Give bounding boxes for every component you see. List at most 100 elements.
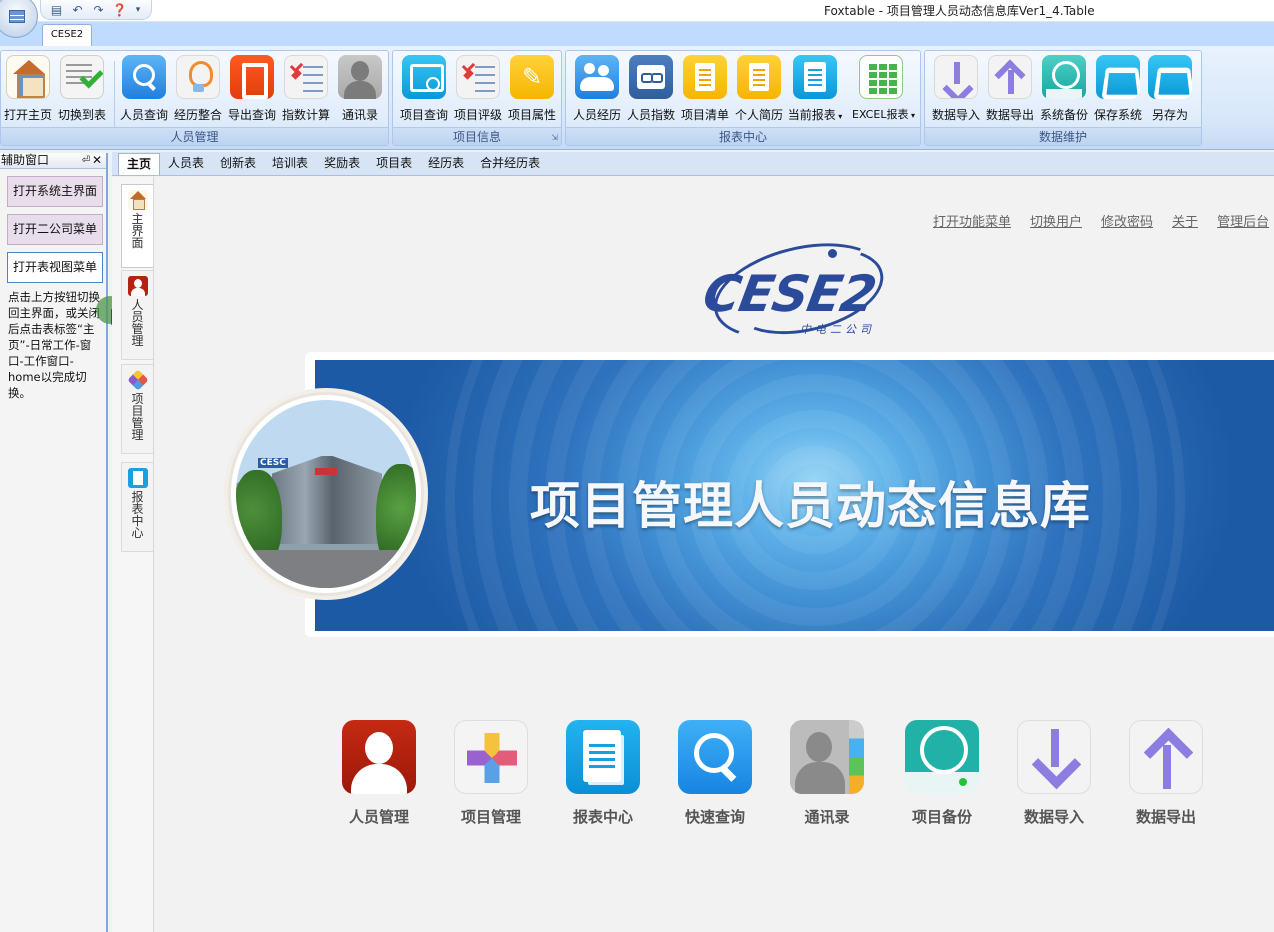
- arrow-up-icon: [1129, 720, 1203, 794]
- lightbulb-icon: [176, 55, 220, 99]
- customize-toolbar-icon[interactable]: ▾: [133, 2, 143, 17]
- ribbon-tab-cese2[interactable]: CESE2: [42, 24, 92, 46]
- tab-awards[interactable]: 奖励表: [316, 153, 368, 175]
- edit-icon: ✎: [510, 55, 554, 99]
- ribbon-group-project-info: 项目查询 项目评级 ✎ 项目属性 项目信息 ⇲: [392, 50, 562, 146]
- puzzle-icon: [126, 369, 149, 391]
- data-export-button[interactable]: 数据导出: [986, 55, 1034, 122]
- id-card-icon: [629, 55, 673, 99]
- checklist-icon: [284, 55, 328, 99]
- ribbon-group-personnel: 打开主页 切换到表 人员查询 经历整合 导出查询 指数计算 通讯录 人员管理: [0, 50, 389, 146]
- assistant-help-text: 点击上方按钮切换回主界面，或关闭后点击表标签“主页”-日常工作-窗口-工作窗口-…: [8, 290, 100, 400]
- ribbon-group-label: 数据维护: [925, 127, 1201, 145]
- search-icon: [678, 720, 752, 794]
- save-icon[interactable]: ▤: [49, 2, 64, 17]
- ribbon-group-label: 人员管理: [1, 127, 388, 145]
- index-calculation-button[interactable]: 指数计算: [282, 55, 330, 122]
- clock-icon: [1042, 55, 1086, 99]
- open-company-menu-button[interactable]: 打开二公司菜单: [7, 214, 103, 245]
- clock-icon: [905, 720, 979, 794]
- arrow-down-icon: [934, 55, 978, 99]
- export-query-button[interactable]: 导出查询: [228, 55, 276, 122]
- open-table-view-menu-button[interactable]: 打开表视图菜单: [7, 252, 103, 283]
- project-rating-button[interactable]: 项目评级: [454, 55, 502, 122]
- personnel-index-button[interactable]: 人员指数: [627, 55, 675, 122]
- tab-merged-experience[interactable]: 合并经历表: [472, 153, 548, 175]
- tab-projects[interactable]: 项目表: [368, 153, 420, 175]
- system-backup-button[interactable]: 系统备份: [1040, 55, 1088, 122]
- people-icon: [575, 55, 619, 99]
- tab-home[interactable]: 主页: [118, 153, 161, 175]
- project-properties-button[interactable]: ✎ 项目属性: [508, 55, 556, 122]
- arrow-up-icon: [988, 55, 1032, 99]
- contacts-icon: [338, 55, 382, 99]
- redo-icon[interactable]: ↷: [91, 2, 106, 17]
- document-tab-strip: 主页 人员表 创新表 培训表 奖励表 项目表 经历表 合并经历表: [112, 152, 1274, 176]
- close-icon[interactable]: ✕: [92, 153, 102, 168]
- open-home-button[interactable]: 打开主页: [4, 55, 52, 122]
- merge-experience-button[interactable]: 经历整合: [174, 55, 222, 122]
- assistant-panel-title: 辅助窗口: [1, 153, 50, 167]
- resume-button[interactable]: 个人简历: [735, 55, 783, 122]
- open-function-menu-link[interactable]: 打开功能菜单: [933, 211, 1011, 230]
- tab-experience[interactable]: 经历表: [420, 153, 472, 175]
- document-icon: [683, 55, 727, 99]
- personnel-query-button[interactable]: 人员查询: [120, 55, 168, 122]
- open-main-interface-button[interactable]: 打开系统主界面: [7, 176, 103, 207]
- assistant-panel-header: 辅助窗口 ⏎ ✕: [0, 153, 106, 169]
- project-query-button[interactable]: 项目查询: [400, 55, 448, 122]
- current-report-button[interactable]: 当前报表 ▾: [788, 55, 842, 122]
- tab-personnel[interactable]: 人员表: [160, 153, 212, 175]
- contacts-icon: [790, 720, 864, 794]
- home-page: 打开功能菜单 切换用户 修改密码 关于 管理后台 CESE2 中电二公司 项目管…: [155, 177, 1274, 932]
- house-icon: [6, 55, 50, 99]
- save-system-button[interactable]: 保存系统: [1094, 55, 1142, 122]
- report-icon: [793, 55, 837, 99]
- person-icon: [127, 276, 148, 296]
- search-icon: [122, 55, 166, 99]
- switch-to-table-button[interactable]: 切换到表: [58, 55, 106, 122]
- assistant-panel: 辅助窗口 ⏎ ✕ 打开系统主界面 打开二公司菜单 打开表视图菜单 点击上方按钮切…: [0, 153, 124, 932]
- tab-innovation[interactable]: 创新表: [212, 153, 264, 175]
- person-icon: [342, 720, 416, 794]
- dropdown-arrow-icon: ▾: [908, 111, 916, 120]
- excel-report-button[interactable]: EXCEL报表 ▾: [852, 55, 915, 121]
- tab-training[interactable]: 培训表: [264, 153, 316, 175]
- dropdown-arrow-icon: ▾: [835, 112, 843, 121]
- arrow-down-icon: [1017, 720, 1091, 794]
- company-logo: CESE2 中电二公司: [699, 227, 915, 355]
- project-list-button[interactable]: 项目清单: [681, 55, 729, 122]
- admin-backend-link[interactable]: 管理后台: [1217, 211, 1269, 230]
- vnav-item-reports[interactable]: 报表中心: [121, 462, 153, 552]
- ribbon-group-report-center: 人员经历 人员指数 项目清单 个人简历 当前报表 ▾ EXCEL报表 ▾ 报表中…: [565, 50, 921, 146]
- ribbon-group-label: 项目信息: [393, 127, 561, 145]
- save-icon: [1096, 55, 1140, 99]
- data-import-button[interactable]: 数据导入: [932, 55, 980, 122]
- vertical-nav: 主界面 人员管理 项目管理 报表中心: [112, 177, 154, 932]
- table-icon: [9, 10, 25, 23]
- quick-access-toolbar: ▤ ↶ ↷ ❓ ▾: [40, 0, 152, 20]
- vnav-item-personnel[interactable]: 人员管理: [121, 270, 153, 360]
- pin-icon[interactable]: ⏎: [82, 153, 90, 168]
- change-password-link[interactable]: 修改密码: [1101, 211, 1153, 230]
- banner-title: 项目管理人员动态信息库: [530, 477, 1091, 535]
- title-bar: ▤ ↶ ↷ ❓ ▾ Foxtable - 项目管理人员动态信息库Ver1_4.T…: [0, 0, 1274, 38]
- help-icon[interactable]: ❓: [112, 2, 127, 17]
- ribbon-group-label: 报表中心: [566, 127, 920, 145]
- checklist-icon: [60, 55, 104, 99]
- save-as-button[interactable]: 另存为: [1147, 55, 1193, 122]
- ribbon-group-data-maintenance: 数据导入 数据导出 系统备份 保存系统 另存为 数据维护: [924, 50, 1202, 146]
- document-icon: [737, 55, 781, 99]
- vnav-item-main[interactable]: 主界面: [121, 184, 153, 268]
- address-book-button[interactable]: 通讯录: [337, 55, 383, 122]
- vnav-item-projects[interactable]: 项目管理: [121, 364, 153, 454]
- undo-icon[interactable]: ↶: [70, 2, 85, 17]
- dialog-launcher-icon[interactable]: ⇲: [551, 133, 558, 142]
- ribbon: 打开主页 切换到表 人员查询 经历整合 导出查询 指数计算 通讯录 人员管理 项…: [0, 46, 1274, 150]
- about-link[interactable]: 关于: [1172, 211, 1198, 230]
- banner: 项目管理人员动态信息库: [315, 360, 1274, 631]
- personnel-experience-button[interactable]: 人员经历: [573, 55, 621, 122]
- switch-user-link[interactable]: 切换用户: [1030, 211, 1082, 230]
- puzzle-icon: [454, 720, 528, 794]
- screen-search-icon: [402, 55, 446, 99]
